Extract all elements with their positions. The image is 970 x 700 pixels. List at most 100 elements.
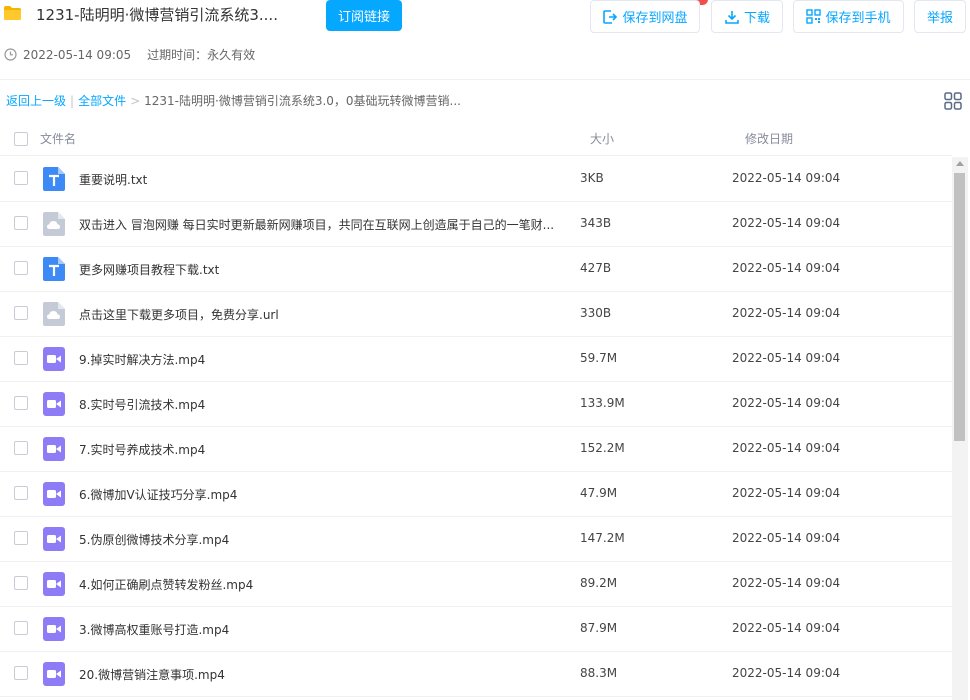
report-label: 举报 bbox=[926, 11, 953, 26]
back-link[interactable]: 返回上一级 bbox=[6, 92, 66, 109]
file-name[interactable]: 9.掉实时解决方法.mp4 bbox=[79, 351, 205, 368]
file-row[interactable]: 9.掉实时解决方法.mp4 59.7M 2022-05-14 09:04 bbox=[0, 337, 952, 382]
file-date: 2022-05-14 09:04 bbox=[732, 351, 841, 365]
video-file-icon bbox=[43, 572, 65, 596]
file-name[interactable]: 5.伪原创微博技术分享.mp4 bbox=[79, 531, 229, 548]
video-file-icon bbox=[43, 392, 65, 416]
grid-view-icon[interactable] bbox=[944, 92, 962, 110]
video-file-icon bbox=[43, 347, 65, 371]
download-label: 下载 bbox=[743, 11, 770, 26]
file-checkbox[interactable] bbox=[14, 171, 28, 185]
file-size: 87.9M bbox=[580, 621, 618, 635]
created-time: 2022-05-14 09:05 bbox=[23, 47, 132, 62]
file-size: 89.2M bbox=[580, 576, 618, 590]
file-row[interactable]: 5.伪原创微博技术分享.mp4 147.2M 2022-05-14 09:04 bbox=[0, 517, 952, 562]
file-name[interactable]: 8.实时号引流技术.mp4 bbox=[79, 396, 205, 413]
file-table-header: 文件名 大小 修改日期 bbox=[0, 118, 952, 156]
file-name[interactable]: 7.实时号养成技术.mp4 bbox=[79, 441, 205, 458]
column-header-date[interactable]: 修改日期 bbox=[745, 130, 793, 147]
cloud-file-icon bbox=[43, 212, 65, 236]
file-checkbox[interactable] bbox=[14, 216, 28, 230]
file-name[interactable]: 点击这里下载更多项目，免费分享.url bbox=[79, 306, 279, 323]
save-to-netdisk-label: 保存到网盘 bbox=[622, 11, 688, 26]
file-date: 2022-05-14 09:04 bbox=[732, 576, 841, 590]
save-to-phone-button[interactable]: 保存到手机 bbox=[793, 0, 904, 33]
vertical-scrollbar[interactable] bbox=[952, 157, 968, 700]
file-date: 2022-05-14 09:04 bbox=[732, 621, 841, 635]
file-size: 133.9M bbox=[580, 396, 625, 410]
video-file-icon bbox=[43, 527, 65, 551]
file-size: 88.3M bbox=[580, 666, 618, 680]
expire-time: 过期时间：永久有效 bbox=[147, 48, 256, 62]
file-row[interactable]: 4.如何正确刷点赞转发粉丝.mp4 89.2M 2022-05-14 09:04 bbox=[0, 562, 952, 607]
share-header: 1231-陆明明·微博营销引流系统3.... 订阅链接 保存到网盘 下载 保存到… bbox=[0, 0, 970, 80]
file-row[interactable]: 8.实时号引流技术.mp4 133.9M 2022-05-14 09:04 bbox=[0, 382, 952, 427]
file-checkbox[interactable] bbox=[14, 441, 28, 455]
file-row[interactable]: 3.微博高权重账号打造.mp4 87.9M 2022-05-14 09:04 bbox=[0, 607, 952, 652]
breadcrumb: 返回上一级 | 全部文件 > 1231-陆明明·微博营销引流系统3.0，0基础玩… bbox=[6, 92, 461, 109]
file-checkbox[interactable] bbox=[14, 486, 28, 500]
file-row[interactable]: 点击这里下载更多项目，免费分享.url 330B 2022-05-14 09:0… bbox=[0, 292, 952, 337]
column-header-size[interactable]: 大小 bbox=[590, 130, 614, 147]
clock-icon bbox=[4, 48, 17, 61]
current-folder: 1231-陆明明·微博营销引流系统3.0，0基础玩转微博营销... bbox=[144, 94, 461, 108]
video-file-icon bbox=[43, 662, 65, 686]
qr-code-icon bbox=[806, 9, 822, 24]
video-file-icon bbox=[43, 437, 65, 461]
scroll-up-arrow-icon[interactable] bbox=[956, 161, 964, 166]
file-date: 2022-05-14 09:04 bbox=[732, 306, 841, 320]
file-date: 2022-05-14 09:04 bbox=[732, 486, 841, 500]
save-to-netdisk-button[interactable]: 保存到网盘 bbox=[590, 0, 700, 33]
file-row[interactable]: 20.微博营销注意事项.mp4 88.3M 2022-05-14 09:04 bbox=[0, 652, 952, 697]
file-date: 2022-05-14 09:04 bbox=[732, 666, 841, 680]
file-name[interactable]: 6.微博加V认证技巧分享.mp4 bbox=[79, 486, 237, 503]
file-date: 2022-05-14 09:04 bbox=[732, 261, 841, 275]
file-size: 343B bbox=[580, 216, 612, 230]
file-name[interactable]: 20.微博营销注意事项.mp4 bbox=[79, 666, 225, 683]
file-row[interactable]: 双击进入 冒泡网赚 每日实时更新最新网赚项目，共同在互联网上创造属于自己的一笔财… bbox=[0, 202, 952, 247]
file-name[interactable]: 重要说明.txt bbox=[79, 171, 147, 188]
file-size: 47.9M bbox=[580, 486, 618, 500]
file-checkbox[interactable] bbox=[14, 576, 28, 590]
file-size: 152.2M bbox=[580, 441, 625, 455]
file-checkbox[interactable] bbox=[14, 261, 28, 275]
file-date: 2022-05-14 09:04 bbox=[732, 441, 841, 455]
download-icon bbox=[725, 10, 739, 24]
file-row[interactable]: 7.实时号养成技术.mp4 152.2M 2022-05-14 09:04 bbox=[0, 427, 952, 472]
txt-file-icon bbox=[43, 167, 65, 191]
file-date: 2022-05-14 09:04 bbox=[732, 171, 841, 185]
file-row[interactable]: 6.微博加V认证技巧分享.mp4 47.9M 2022-05-14 09:04 bbox=[0, 472, 952, 517]
file-name[interactable]: 更多网赚项目教程下载.txt bbox=[79, 261, 219, 278]
file-list: 重要说明.txt 3KB 2022-05-14 09:04 双击进入 冒泡网赚 … bbox=[0, 157, 952, 697]
file-name[interactable]: 双击进入 冒泡网赚 每日实时更新最新网赚项目，共同在互联网上创造属于自己的一笔财… bbox=[79, 216, 554, 233]
subscribe-link-button[interactable]: 订阅链接 bbox=[326, 0, 402, 31]
file-date: 2022-05-14 09:04 bbox=[732, 216, 841, 230]
save-to-netdisk-icon bbox=[603, 9, 618, 24]
breadcrumb-arrow: > bbox=[130, 93, 141, 108]
file-checkbox[interactable] bbox=[14, 306, 28, 320]
save-to-phone-label: 保存到手机 bbox=[825, 11, 891, 26]
download-button[interactable]: 下载 bbox=[711, 0, 783, 33]
column-header-name[interactable]: 文件名 bbox=[40, 130, 76, 147]
file-checkbox[interactable] bbox=[14, 351, 28, 365]
file-row[interactable]: 重要说明.txt 3KB 2022-05-14 09:04 bbox=[0, 157, 952, 202]
all-files-link[interactable]: 全部文件 bbox=[78, 92, 126, 109]
report-button[interactable]: 举报 bbox=[914, 0, 966, 33]
scrollbar-thumb[interactable] bbox=[954, 173, 965, 441]
file-checkbox[interactable] bbox=[14, 666, 28, 680]
file-checkbox[interactable] bbox=[14, 531, 28, 545]
share-title: 1231-陆明明·微博营销引流系统3.... bbox=[36, 6, 278, 24]
file-checkbox[interactable] bbox=[14, 621, 28, 635]
file-date: 2022-05-14 09:04 bbox=[732, 531, 841, 545]
cloud-file-icon bbox=[43, 302, 65, 326]
select-all-checkbox[interactable] bbox=[14, 132, 28, 146]
file-row[interactable]: 更多网赚项目教程下载.txt 427B 2022-05-14 09:04 bbox=[0, 247, 952, 292]
file-name[interactable]: 4.如何正确刷点赞转发粉丝.mp4 bbox=[79, 576, 253, 593]
file-checkbox[interactable] bbox=[14, 396, 28, 410]
file-size: 427B bbox=[580, 261, 612, 275]
file-name[interactable]: 3.微博高权重账号打造.mp4 bbox=[79, 621, 229, 638]
file-size: 147.2M bbox=[580, 531, 625, 545]
share-time-info: 2022-05-14 09:05 过期时间：永久有效 bbox=[4, 46, 255, 63]
txt-file-icon bbox=[43, 257, 65, 281]
video-file-icon bbox=[43, 482, 65, 506]
